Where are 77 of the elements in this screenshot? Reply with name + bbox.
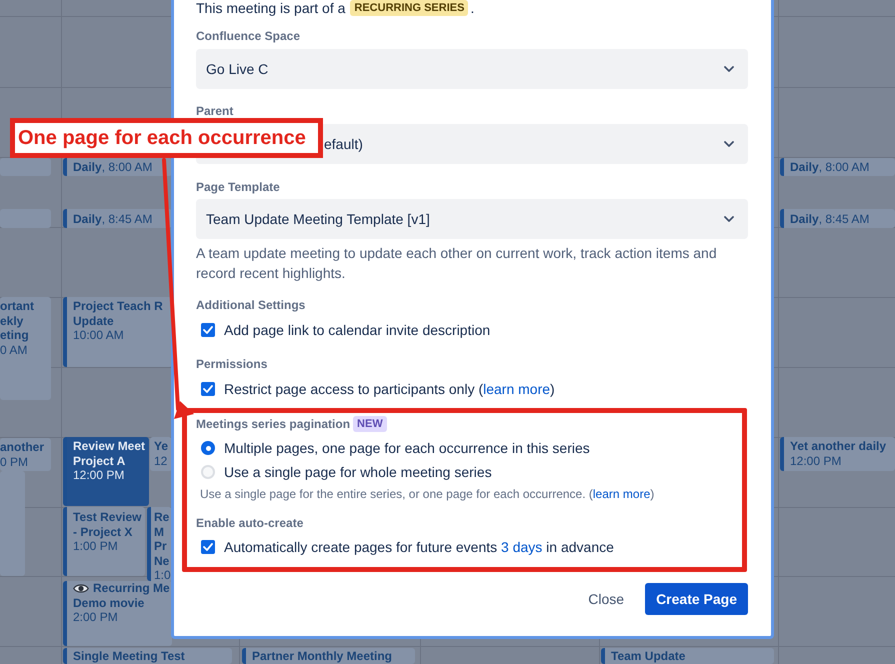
radio-label: Multiple pages, one page for each occurrence in this series [224, 438, 590, 458]
event-time: 12:00 PM [790, 454, 842, 468]
template-description: A team update meeting to update each other on current work, track action items and record recent highlights. [196, 244, 718, 283]
checkbox-label: Automatically create pages for future events 3 days in advance [224, 538, 614, 557]
helper-text: Use a single page for the entire series, or one page for each occurrence. (learn more) [200, 486, 654, 502]
event-title: Demo movie [73, 596, 144, 610]
event-time: 12 [154, 454, 168, 468]
calendar-event[interactable]: Project Teach R Update 10:00 AM [63, 297, 172, 367]
event-title: Single Meeting Test [73, 649, 185, 664]
chevron-down-icon [724, 141, 734, 147]
calendar-event[interactable]: Single Meeting Test [63, 648, 232, 664]
calendar-event[interactable]: Yet another daily 12:00 PM [780, 437, 895, 471]
event-title: Yet another daily [790, 439, 886, 454]
close-button[interactable]: Close [580, 583, 632, 615]
calendar-event[interactable]: Test Review - Project X 1:00 PM [63, 507, 145, 576]
event-title: Project Teach R Update [73, 299, 163, 328]
calendar-event[interactable]: Ye 12 [150, 437, 172, 471]
chevron-down-icon [724, 66, 734, 72]
select-field[interactable]: Go Live C [196, 49, 748, 89]
checkbox-label: Add page link to calendar invite description [224, 320, 490, 340]
event-title: Daily, 8:45 AM [790, 212, 870, 226]
calendar-event[interactable]: Partner Monthly Meeting [242, 648, 415, 664]
field-label: Enable auto-create [196, 516, 304, 530]
calendar-event[interactable]: Daily, 8:45 AM [63, 209, 172, 228]
radio-button[interactable] [201, 465, 215, 479]
calendar-event[interactable]: Team Update [601, 648, 774, 664]
event-time: 12:00 PM [73, 468, 124, 482]
checkbox[interactable] [201, 382, 215, 396]
event-time: 2:00 PM [73, 610, 118, 624]
event-title: Recurring Me [93, 581, 170, 596]
new-badge: NEW [353, 416, 387, 432]
inline-link[interactable]: learn more [483, 380, 550, 396]
radio-button[interactable] [201, 441, 215, 455]
event-title: Partner Monthly Meeting [252, 649, 392, 664]
event-time: 10:00 AM [73, 328, 124, 342]
intro-text: This meeting is part of a [196, 0, 346, 18]
event-title: Review Meet Project A [73, 439, 146, 468]
eye-icon [73, 582, 89, 594]
calendar-event[interactable]: Re M Pr Ne 1:0 [147, 507, 172, 581]
field-label: Confluence Space [196, 29, 300, 43]
event-title: Ye [154, 439, 168, 454]
event-title: Re M Pr Ne [154, 510, 170, 568]
inline-link[interactable]: 3 days [501, 538, 542, 554]
intro-period: . [470, 0, 474, 18]
event-title: another [0, 440, 44, 454]
create-page-button[interactable]: Create Page [645, 583, 748, 615]
field-label: Page Template [196, 180, 280, 194]
event-title: Team Update [611, 649, 686, 664]
calendar-event[interactable]: ortant ekly eting 0 AM [0, 297, 51, 400]
field-label: Additional Settings [196, 298, 306, 312]
checkbox-label: Restrict page access to participants only (learn more) [224, 380, 555, 399]
checkbox[interactable] [201, 323, 215, 337]
event-time: 1:0 [154, 568, 171, 582]
annotation-callout: One page for each occurrence [10, 118, 323, 158]
event-title: Test Review - Project X [73, 510, 142, 539]
event-time: 0 PM [0, 454, 28, 469]
field-label: Permissions [196, 357, 268, 371]
event-time: 1:00 PM [73, 539, 118, 554]
calendar-event[interactable]: Daily, 8:00 AM [780, 158, 895, 176]
calendar-event[interactable]: Daily, 8:45 AM [780, 209, 895, 228]
field-label: Meetings series pagination [196, 417, 350, 431]
radio-label: Use a single page for whole meeting series [224, 462, 492, 482]
calendar-event[interactable]: Review Meet Project A 12:00 PM [63, 437, 149, 506]
select-field[interactable]: Team Update Meeting Template [v1] [196, 199, 748, 239]
calendar-event[interactable]: another 0 PM [0, 438, 51, 471]
series-badge: RECURRING SERIES [350, 0, 468, 16]
event-time: 0 AM [0, 342, 28, 357]
checkbox[interactable] [201, 540, 215, 554]
chevron-down-icon [724, 216, 734, 222]
event-title: Daily, 8:00 AM [73, 160, 152, 174]
event-title: ortant ekly eting [0, 299, 34, 342]
event-title: Daily, 8:45 AM [73, 212, 152, 226]
field-label: Parent [196, 104, 234, 118]
event-title: Daily, 8:00 AM [790, 160, 870, 174]
calendar-event[interactable]: Recurring Me Demo movie 2:00 PM [63, 581, 172, 646]
calendar-event[interactable]: Daily, 8:00 AM [63, 158, 172, 176]
help-link[interactable]: learn more [592, 487, 650, 501]
